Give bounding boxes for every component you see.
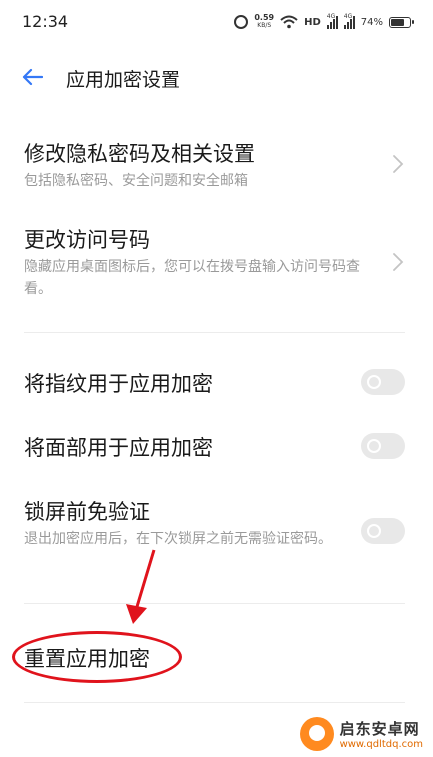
access-code-title: 更改访问号码 [24,228,150,252]
app-header: 应用加密设置 [0,55,433,99]
privacy-settings-title: 修改隐私密码及相关设置 [24,142,255,166]
site-watermark: 启东安卓网 www.qdltdq.com [299,717,423,751]
status-icons: 0.59 KB/S HD 4G 4G 74% [234,12,414,32]
access-code-item[interactable]: 更改访问号码 隐藏应用桌面图标后，您可以在拨号盘输入访问号码查看。 [0,216,433,306]
access-code-subtitle: 隐藏应用桌面图标后，您可以在拨号盘输入访问号码查看。 [24,259,360,297]
reset-encryption-title: 重置应用加密 [24,647,150,671]
section-divider [24,603,405,604]
chevron-right-icon [393,253,404,271]
fingerprint-item: 将指纹用于应用加密 [0,362,433,402]
signal-icon-1: 4G [326,13,338,29]
network-speed-unit: KB/S [257,22,272,29]
hd-label: HD [304,16,321,28]
lockscreen-title: 锁屏前免验证 [24,500,150,524]
fingerprint-title: 将指纹用于应用加密 [24,372,213,396]
watermark-name: 启东安卓网 [339,720,420,738]
signal-2-label: 4G [343,13,353,20]
lockscreen-item: 锁屏前免验证 退出加密应用后，在下次锁屏之前无需验证密码。 [0,490,433,580]
network-speed-value: 0.59 [254,13,275,22]
status-bar: 12:34 0.59 KB/S HD 4G 4G 74% [0,0,433,44]
face-toggle[interactable] [361,433,405,459]
status-time: 12:34 [22,12,69,31]
network-speed: 0.59 KB/S [254,14,274,30]
section-divider [24,702,405,703]
face-item: 将面部用于应用加密 [0,426,433,466]
signal-icon-2: 4G [343,13,355,29]
lockscreen-toggle[interactable] [361,518,405,544]
page-title: 应用加密设置 [66,69,181,91]
signal-1-label: 4G [326,13,336,20]
lockscreen-subtitle: 退出加密应用后，在下次锁屏之前无需验证密码。 [24,531,332,547]
alarm-icon [234,15,249,29]
back-button[interactable] [18,63,46,91]
battery-icon [389,16,414,28]
watermark-text: 启东安卓网 www.qdltdq.com [340,718,423,750]
chevron-right-icon [393,155,404,173]
privacy-settings-item[interactable]: 修改隐私密码及相关设置 包括隐私密码、安全问题和安全邮箱 [0,130,433,200]
watermark-url: www.qdltdq.com [339,739,423,750]
back-arrow-icon [22,68,43,86]
face-title: 将面部用于应用加密 [24,436,213,460]
wifi-icon [280,15,298,29]
reset-encryption-item[interactable]: 重置应用加密 [0,636,433,680]
privacy-settings-subtitle: 包括隐私密码、安全问题和安全邮箱 [24,173,248,189]
fingerprint-toggle[interactable] [361,369,405,395]
watermark-logo-icon [299,717,334,751]
battery-percent: 74% [360,16,383,28]
section-divider [24,332,405,333]
